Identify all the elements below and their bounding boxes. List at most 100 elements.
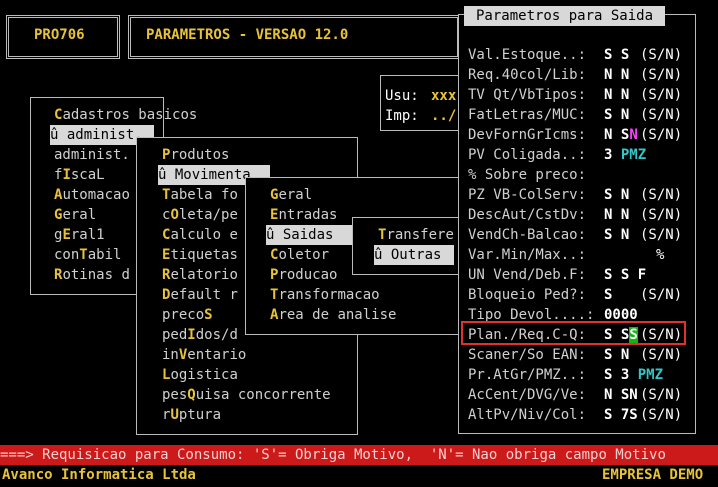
menu-item-label: Movimenta bbox=[174, 167, 251, 183]
menu2-item[interactable]: precoS bbox=[162, 305, 213, 325]
param-value[interactable]: N N bbox=[604, 65, 629, 85]
param-value[interactable]: S S bbox=[604, 45, 629, 65]
param-value-part: S bbox=[604, 47, 613, 63]
param-value[interactable]: S N bbox=[604, 345, 629, 365]
menu-item-label: ral1 bbox=[70, 227, 105, 243]
menu2-item[interactable]: Relatorio bbox=[162, 265, 238, 285]
menu2-item[interactable]: Produtos bbox=[162, 145, 229, 165]
param-label: UN Vend/Deb.F: bbox=[468, 267, 587, 283]
menu-hotkey: T bbox=[79, 247, 88, 263]
menu-item-label: leta/pe bbox=[178, 207, 238, 223]
param-hint: (S/N) bbox=[640, 67, 683, 83]
empresa-label: EMPRESA DEMO bbox=[602, 467, 704, 483]
param-value-part: N bbox=[604, 127, 613, 143]
param-hint: (S/N) bbox=[640, 47, 683, 63]
menu-selected-marker: û bbox=[50, 127, 67, 143]
param-value-part: N bbox=[620, 87, 630, 103]
param-value-part: PMZ bbox=[620, 147, 647, 163]
param-value-part: 7S bbox=[620, 407, 638, 423]
menu3-item[interactable]: Producao bbox=[270, 265, 337, 285]
menu2-item[interactable]: Etiquetas bbox=[162, 245, 238, 265]
menu2-item[interactable]: rUptura bbox=[162, 405, 221, 425]
param-value[interactable]: S bbox=[604, 285, 612, 305]
menu1-item[interactable]: conTabil bbox=[54, 245, 121, 265]
param-value[interactable]: 3 PMZ bbox=[604, 145, 646, 165]
menu3-item[interactable]: Transformacao bbox=[270, 285, 380, 305]
menu1-item[interactable]: Geral bbox=[54, 205, 96, 225]
param-value[interactable]: N SN bbox=[604, 125, 638, 145]
param-label: VendCh-Balcao: bbox=[468, 227, 587, 243]
param-value-part: N bbox=[620, 227, 630, 243]
param-value[interactable]: S N bbox=[604, 105, 629, 125]
menu-item-label: dos/d bbox=[195, 327, 238, 343]
menu-hotkey: E bbox=[62, 227, 71, 243]
param-label: AcCent/DVG/Ve: bbox=[468, 387, 587, 403]
param-label: Var.Min/Max..: bbox=[468, 247, 587, 263]
menu2-item[interactable]: cOleta/pe bbox=[162, 205, 238, 225]
param-hint: (S/N) bbox=[640, 207, 683, 223]
param-value[interactable]: N N bbox=[604, 85, 629, 105]
menu4-item[interactable]: Transfere bbox=[378, 225, 454, 245]
param-label: Pr.AtGr/PMZ..: bbox=[468, 367, 587, 383]
program-code: PRO706 bbox=[34, 27, 85, 43]
param-value-part: S bbox=[620, 267, 630, 283]
param-value-part: S bbox=[604, 407, 613, 423]
menu2-item[interactable]: Tabela fo bbox=[162, 185, 238, 205]
focused-row-highlight bbox=[461, 321, 686, 345]
menu4-item[interactable]: û Outras bbox=[374, 245, 454, 265]
param-value[interactable]: S N bbox=[604, 185, 629, 205]
menu2-item[interactable]: inVentario bbox=[162, 345, 246, 365]
param-value-part: S bbox=[604, 287, 613, 303]
menu-item-label: eral bbox=[278, 187, 313, 203]
menu-item-label: preco bbox=[162, 307, 205, 323]
menu-item-label: roducao bbox=[278, 267, 338, 283]
menu2-item[interactable]: pesQuisa concorrente bbox=[162, 385, 331, 405]
menu3-item[interactable]: Entradas bbox=[270, 205, 337, 225]
params-panel-title: Parametros para Saida bbox=[464, 6, 666, 26]
imp-label: Imp: bbox=[385, 108, 419, 124]
param-value-part: S bbox=[604, 367, 613, 383]
param-label: % Sobre preco: bbox=[468, 167, 587, 183]
param-value-part: 3 bbox=[620, 367, 630, 383]
menu2-item[interactable]: Default r bbox=[162, 285, 238, 305]
menu-item-label: abela fo bbox=[170, 187, 238, 203]
menu1-item[interactable]: Automacao bbox=[54, 185, 130, 205]
menu-item-label: otinas d bbox=[62, 267, 130, 283]
menu2-item[interactable]: Logistica bbox=[162, 365, 238, 385]
menu-hotkey: I bbox=[62, 167, 71, 183]
param-value[interactable]: S N bbox=[604, 225, 629, 245]
menu2-item[interactable]: pedIdos/d bbox=[162, 325, 238, 345]
menu-hotkey: O bbox=[170, 207, 179, 223]
param-value[interactable]: S S F bbox=[604, 265, 646, 285]
param-label: DescAut/CstDv: bbox=[468, 207, 587, 223]
menu-item-label: ransformacao bbox=[278, 287, 380, 303]
menu1-item[interactable]: administ. bbox=[54, 145, 130, 165]
menu2-item[interactable]: Calculo e bbox=[162, 225, 238, 245]
menu1-item[interactable]: gEral1 bbox=[54, 225, 105, 245]
param-value[interactable]: S 7S bbox=[604, 405, 638, 425]
imp-value: ../ bbox=[431, 108, 457, 124]
menu-item-label: alculo e bbox=[170, 227, 238, 243]
menu3-item[interactable]: Coletor bbox=[270, 245, 329, 265]
menu3-item[interactable]: Geral bbox=[270, 185, 312, 205]
menu1-item[interactable]: Rotinas d bbox=[54, 265, 130, 285]
param-value[interactable]: S 3 PMZ bbox=[604, 365, 663, 385]
param-value-part: S bbox=[604, 187, 613, 203]
param-label: FatLetras/MUC: bbox=[468, 107, 587, 123]
param-value-part: S bbox=[604, 347, 613, 363]
param-value[interactable]: N SN bbox=[604, 385, 638, 405]
menu-item-label: ptura bbox=[178, 407, 222, 423]
param-hint: (S/N) bbox=[640, 407, 683, 423]
menu1-item[interactable]: Cadastros basicos bbox=[54, 105, 197, 125]
menu-item-label: entario bbox=[187, 347, 247, 363]
param-label: AltPv/Niv/Col: bbox=[468, 407, 587, 423]
menu-item-label: rea de analise bbox=[278, 307, 397, 323]
param-hint: (S/N) bbox=[640, 387, 683, 403]
menu1-item[interactable]: fIscaL bbox=[54, 165, 105, 185]
param-value-part: PMZ bbox=[637, 367, 664, 383]
menu3-item[interactable]: Area de analise bbox=[270, 305, 396, 325]
param-value[interactable]: N N bbox=[604, 205, 629, 225]
menu-item-label: ogistica bbox=[170, 367, 238, 383]
page-title: PARAMETROS - VERSAO 12.0 bbox=[146, 27, 349, 43]
menu-selected-marker: û bbox=[374, 247, 391, 263]
